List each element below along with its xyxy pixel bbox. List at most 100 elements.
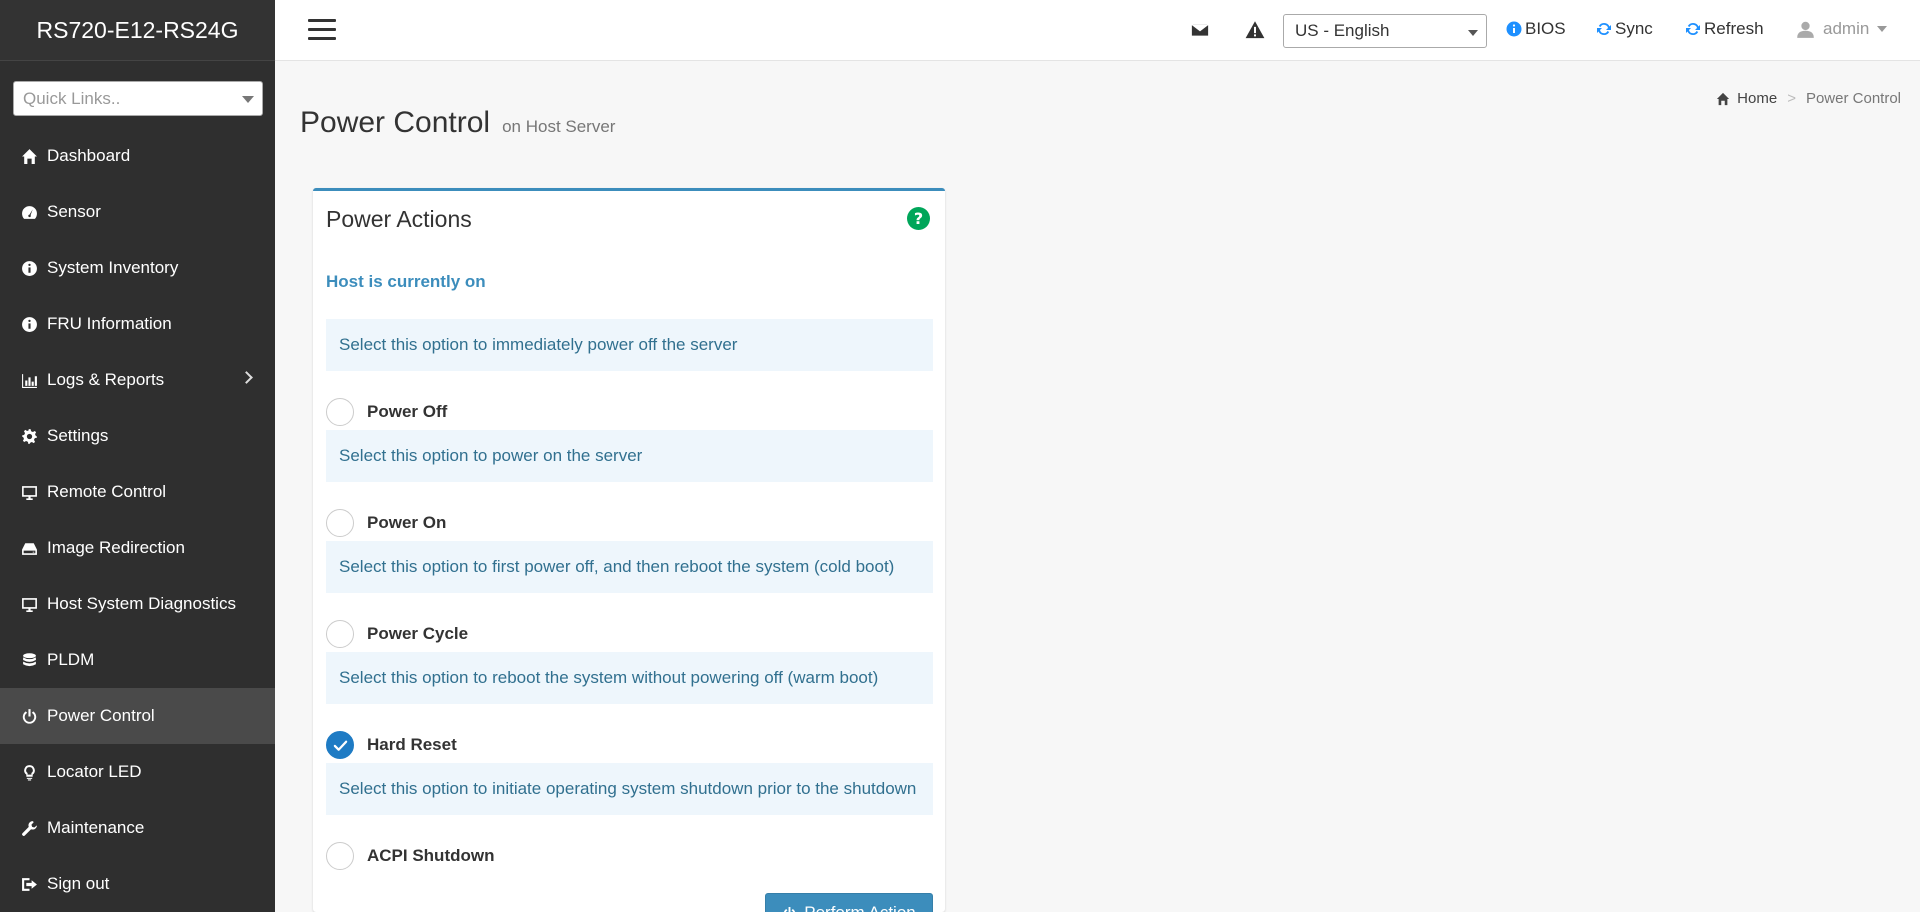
sidebar-item-label: Maintenance [47, 818, 145, 837]
sidebar-item-label: Sensor [47, 202, 101, 221]
sidebar-item-dashboard[interactable]: Dashboard [0, 128, 275, 184]
sidebar-item-fru-information[interactable]: FRU Information [0, 296, 275, 352]
checkmark-icon [333, 740, 347, 751]
breadcrumb: Home > Power Control [1716, 90, 1901, 107]
sidebar-item-label: PLDM [47, 650, 95, 669]
sidebar-item-host-system-diagnostics[interactable]: Host System Diagnostics [0, 576, 275, 632]
radio-hard-reset[interactable] [326, 731, 354, 759]
bios-label: BIOS [1525, 19, 1566, 38]
sidebar-item-label: Locator LED [47, 762, 142, 781]
sidebar-item-label: System Inventory [47, 258, 179, 277]
option-description: Select this option to power on the serve… [326, 430, 933, 482]
sidebar-item-image-redirection[interactable]: Image Redirection [0, 520, 275, 576]
sidebar-item-pldm[interactable]: PLDM [0, 632, 275, 688]
perform-action-button[interactable]: Perform Action [765, 893, 933, 912]
drive-icon [19, 538, 39, 558]
caret-down-icon [1877, 26, 1888, 32]
radio-power-off[interactable] [326, 398, 354, 426]
option-label: Power On [367, 513, 447, 532]
sidebar-item-locator-led[interactable]: Locator LED [0, 744, 275, 800]
radio-power-on[interactable] [326, 509, 354, 537]
radio-power-cycle[interactable] [326, 620, 354, 648]
host-status: Host is currently on [326, 272, 486, 291]
sidebar-item-label: Remote Control [47, 482, 167, 501]
page-subtitle: on Host Server [502, 117, 616, 136]
home-icon [19, 146, 39, 166]
option-acpi-shutdown[interactable]: ACPI Shutdown [326, 841, 494, 871]
user-icon [1797, 21, 1814, 38]
caret-down-icon [1468, 30, 1478, 36]
sidebar-item-sign-out[interactable]: Sign out [0, 856, 275, 912]
sidebar-item-label: FRU Information [47, 314, 172, 333]
sync-icon [1597, 22, 1611, 36]
caret-down-icon [242, 96, 254, 103]
power-actions-panel: Power Actions ? Host is currently on Sel… [313, 188, 945, 912]
bios-link[interactable]: BIOS [1506, 19, 1566, 39]
envelope-icon[interactable] [1188, 18, 1212, 42]
info-icon [19, 314, 39, 334]
option-label: Hard Reset [367, 735, 457, 754]
sidebar-item-label: Sign out [47, 874, 110, 893]
breadcrumb-home[interactable]: Home [1737, 90, 1777, 107]
sidebar: RS720-E12-RS24G Quick Links.. Dashboard … [0, 0, 275, 912]
option-power-on[interactable]: Power On [326, 508, 446, 538]
sidebar-item-logs-reports[interactable]: Logs & Reports [0, 352, 275, 408]
sidebar-item-power-control[interactable]: Power Control [0, 688, 275, 744]
gauge-icon [19, 202, 39, 222]
help-icon[interactable]: ? [907, 207, 930, 230]
quick-links-placeholder: Quick Links.. [23, 88, 121, 108]
brand-title: RS720-E12-RS24G [0, 0, 275, 61]
sidebar-item-label: Dashboard [47, 146, 131, 165]
topbar: US - English BIOS Sync Refresh admin [275, 0, 1920, 61]
panel-title: Power Actions [326, 206, 472, 232]
sidebar-item-maintenance[interactable]: Maintenance [0, 800, 275, 856]
sync-link[interactable]: Sync [1596, 19, 1653, 39]
option-description: Select this option to reboot the system … [326, 652, 933, 704]
sidebar-item-label: Power Control [47, 706, 155, 725]
option-description: Select this option to first power off, a… [326, 541, 933, 593]
sidebar-item-settings[interactable]: Settings [0, 408, 275, 464]
power-icon [19, 706, 39, 726]
option-hard-reset[interactable]: Hard Reset [326, 730, 457, 760]
radio-acpi-shutdown[interactable] [326, 842, 354, 870]
perform-action-label: Perform Action [804, 903, 916, 912]
hamburger-menu-icon[interactable] [308, 19, 336, 41]
option-label: ACPI Shutdown [367, 846, 495, 865]
chevron-right-icon [240, 371, 253, 384]
sync-label: Sync [1615, 19, 1653, 38]
sidebar-item-label: Image Redirection [47, 538, 185, 557]
refresh-icon [1686, 22, 1700, 36]
user-name: admin [1823, 19, 1870, 38]
breadcrumb-separator: > [1787, 90, 1796, 107]
option-description: Select this option to initiate operating… [326, 763, 933, 815]
sidebar-item-label: Logs & Reports [47, 370, 165, 389]
option-label: Power Cycle [367, 624, 469, 643]
sidebar-item-remote-control[interactable]: Remote Control [0, 464, 275, 520]
sidebar-item-system-inventory[interactable]: System Inventory [0, 240, 275, 296]
refresh-link[interactable]: Refresh [1685, 19, 1764, 39]
option-description: Select this option to immediately power … [326, 319, 933, 371]
quick-links-select[interactable]: Quick Links.. [13, 81, 263, 116]
sign-out-icon [19, 874, 39, 894]
language-select[interactable]: US - English [1283, 14, 1487, 48]
wrench-icon [19, 818, 39, 838]
warning-icon[interactable] [1243, 18, 1267, 42]
lightbulb-icon [19, 762, 39, 782]
option-power-cycle[interactable]: Power Cycle [326, 619, 468, 649]
sidebar-item-sensor[interactable]: Sensor [0, 184, 275, 240]
sidebar-item-label: Settings [47, 426, 109, 445]
database-icon [19, 650, 39, 670]
monitor-icon [19, 594, 39, 614]
refresh-label: Refresh [1704, 19, 1764, 38]
sidebar-menu: Dashboard Sensor System Inventory FRU In… [0, 128, 275, 912]
option-power-off[interactable]: Power Off [326, 397, 447, 427]
power-icon [784, 906, 796, 912]
user-menu[interactable]: admin [1796, 19, 1888, 39]
option-label: Power Off [367, 402, 448, 421]
page-title: Power Control on Host Server [300, 106, 615, 140]
sidebar-item-label: Host System Diagnostics [47, 594, 236, 613]
home-icon [1717, 92, 1730, 105]
bar-chart-icon [19, 370, 39, 390]
monitor-icon [19, 482, 39, 502]
gear-icon [19, 426, 39, 446]
